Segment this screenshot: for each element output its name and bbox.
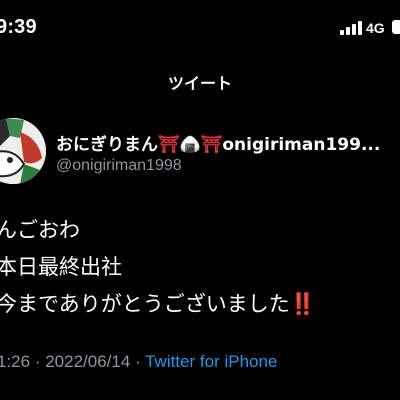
avatar-illustration-icon [0, 118, 46, 184]
tweet-meta: 1:26 · 2022/06/14 · Twitter for iPhone [0, 352, 277, 372]
torii-gate-icon: ⛩ [200, 135, 223, 155]
author-display-name[interactable]: おにぎりまん⛩🍙⛩onigiriman199... [56, 130, 380, 155]
tweet-time: 1:26 [0, 352, 31, 371]
tweet-line: 今までありがとうございました‼️ [0, 286, 316, 323]
tweet-source-link[interactable]: Twitter for iPhone [145, 352, 277, 371]
author-name-prefix: おにぎりまん [56, 135, 158, 155]
battery-icon [392, 20, 400, 34]
meta-separator: · [130, 352, 146, 371]
cellular-signal-icon [340, 21, 362, 35]
page-title: ツイート [167, 74, 232, 93]
author-handle[interactable]: @onigiriman1998 [56, 157, 182, 175]
tweet-line-text: 今までありがとうございました [0, 292, 290, 316]
torii-gate-icon: ⛩ [158, 135, 180, 155]
double-exclamation-icon: ‼️ [289, 292, 316, 316]
network-type: 4G [366, 20, 385, 36]
status-bar: 9:39 4G [0, 0, 400, 40]
meta-separator: · [30, 352, 46, 371]
author-name-suffix: onigiriman199... [222, 135, 381, 155]
author-avatar[interactable] [0, 118, 46, 184]
tweet-date: 2022/06/14 [45, 352, 131, 371]
onigiri-icon: 🍙 [179, 135, 201, 155]
tweet-text: んごおわ 本日最終出社 今までありがとうございました‼️ [0, 212, 316, 323]
status-time: 9:39 [0, 16, 37, 38]
tweet-line: んごおわ [0, 218, 80, 242]
tweet-line: 本日最終出社 [0, 255, 122, 279]
